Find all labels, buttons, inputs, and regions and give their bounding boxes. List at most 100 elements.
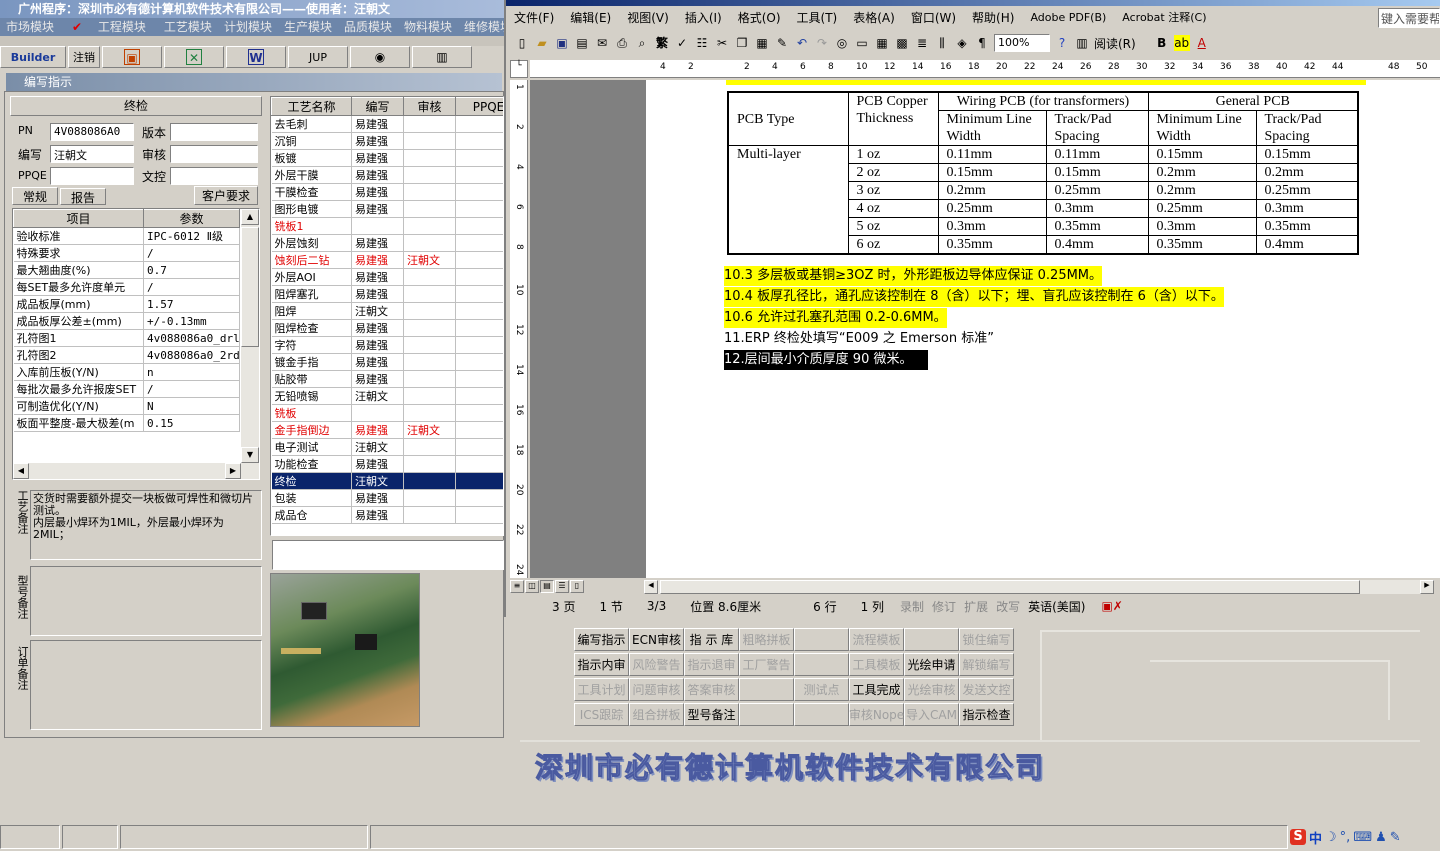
function-button[interactable]: 解锁编写 [959,653,1014,676]
doc-line-11[interactable]: 11.ERP 终检处填写“E009 之 Emerson 标准” [724,329,994,349]
web-view-icon[interactable]: ◫ [525,580,539,593]
scroll-left-icon[interactable]: ◀ [644,580,658,594]
print-preview-icon[interactable]: ⌕ [634,35,650,51]
params-row[interactable]: 孔符图2 4v088086a0_2rd [13,346,240,364]
function-button[interactable]: 型号备注 [684,703,739,726]
process-note-field[interactable]: 交货时需要额外提交一块板做可焊性和微切片测试。 内层最小焊环为1MIL，外层最小… [30,490,262,560]
view-button[interactable]: ◉ [350,46,410,68]
menu-production[interactable]: 生产模块 [278,18,338,36]
process-row[interactable]: 包装 易建强 [271,489,503,507]
function-button[interactable]: 粗略拼板 [739,628,794,651]
process-row[interactable]: 金手指倒边 易建强 汪朝文 [271,421,503,439]
highlight-icon[interactable]: ab [1173,35,1190,51]
function-button[interactable]: 工具计划 [574,678,629,701]
horizontal-ruler[interactable]: 4 2 2 4 6 8 10 12 14 16 18 20 22 24 26 28 30 32 34 36 38 40 42… [530,60,1440,78]
menu-repair[interactable]: 维修模块 [458,18,504,36]
params-row[interactable]: 每批次最多允许报废SET / [13,380,240,398]
insert-table-icon[interactable]: ▦ [874,35,890,51]
word-menu-format[interactable]: 格式(O) [730,8,789,28]
function-button[interactable] [794,628,849,651]
normal-view-icon[interactable]: ≡ [510,580,524,593]
param-value[interactable]: / [143,244,240,262]
scroll-thumb[interactable] [660,580,1360,594]
function-button[interactable]: 风险警告 [629,653,684,676]
menu-material[interactable]: 物料模块 [398,18,458,36]
process-row[interactable]: 干膜检查 易建强 [271,183,503,201]
sogou-icon[interactable]: S [1290,829,1306,845]
params-row[interactable]: 验收标准 IPC-6012 Ⅱ级 [13,227,240,245]
process-row[interactable]: 电子测试 汪朝文 [271,438,503,456]
word-menu-adobe-pdf[interactable]: Adobe PDF(B) [1022,8,1114,28]
traditional-chinese-icon[interactable]: 繁 [654,35,670,51]
customer-req-button[interactable]: 客户要求 [194,186,258,205]
word-menu-window[interactable]: 窗口(W) [903,8,964,28]
param-value[interactable]: 1.57 [143,295,240,313]
function-button[interactable]: 指示退审 [684,653,739,676]
tab-general[interactable]: 常规 [12,187,58,205]
pn-field[interactable]: 4V088086A0 [50,123,134,141]
menu-quality[interactable]: 品质模块 [338,18,398,36]
builder-button[interactable]: Builder [0,46,66,68]
spelling-status-icon[interactable]: ▣✗ [1089,599,1134,613]
status-record[interactable]: 录制 [896,598,928,615]
param-value[interactable]: IPC-6012 Ⅱ级 [143,227,240,245]
jup-button[interactable]: JUP [288,46,348,68]
excel-button[interactable]: ✕ [164,46,224,68]
document-map-icon[interactable]: ◈ [954,35,970,51]
scroll-down-icon[interactable]: ▼ [241,447,259,463]
tables-borders-icon[interactable]: ▭ [854,35,870,51]
settings-icon[interactable]: ✎ [1390,830,1401,845]
tab-report[interactable]: 报告 [60,188,106,205]
document-page[interactable]: PCB Type PCB Copper Thickness Wiring PCB… [646,80,1440,578]
process-row[interactable]: 铣板 [271,404,503,422]
function-button[interactable]: 测试点 [794,678,849,701]
process-header-review[interactable]: 审核 [403,97,456,116]
process-header-writer[interactable]: 编写 [351,97,404,116]
params-header-item[interactable]: 项目 [13,209,144,228]
params-row[interactable]: 孔符图1 4v088086a0_drl [13,329,240,347]
param-value[interactable]: 4v088086a0_drl [143,329,240,347]
ime-mode[interactable]: 中 [1309,828,1322,847]
menu-engineering[interactable]: ✔ 工程模块 [60,18,158,36]
param-value[interactable]: +/-0.13mm [143,312,240,330]
process-row[interactable]: 阻焊塞孔 易建强 [271,285,503,303]
function-button[interactable]: 光绘申请 [904,653,959,676]
menu-market[interactable]: 市场模块 [0,18,60,36]
process-row[interactable]: 蚀刻后二钻 易建强 汪朝文 [271,251,503,269]
process-header-name[interactable]: 工艺名称 [271,97,352,116]
function-button[interactable]: 工具模板 [849,653,904,676]
process-row[interactable]: 外层AOI 易建强 [271,268,503,286]
function-button[interactable]: 工厂警告 [739,653,794,676]
columns-icon[interactable]: ≣ [914,35,930,51]
format-painter-icon[interactable]: ✎ [774,35,790,51]
function-button[interactable] [794,653,849,676]
order-note-field[interactable] [30,640,262,730]
undo-icon[interactable]: ↶ [794,35,810,51]
params-row[interactable]: 成品板厚公差±(mm) +/-0.13mm [13,312,240,330]
word-menu-edit[interactable]: 编辑(E) [562,8,619,28]
review-field[interactable] [170,145,258,163]
moon-icon[interactable]: ☽ [1325,830,1337,845]
process-row[interactable]: 终检 汪朝文 [271,472,503,490]
function-button[interactable]: 工具完成 [849,678,904,701]
permission-icon[interactable]: ▤ [574,35,590,51]
logout-button[interactable]: 注销 [68,46,100,68]
params-header-value[interactable]: 参数 [143,209,240,228]
save-icon[interactable]: ▣ [554,35,570,51]
word-menu-insert[interactable]: 插入(I) [677,8,730,28]
params-row[interactable]: 入库前压板(Y/N) n [13,363,240,381]
zoom-combo[interactable]: 100% [994,34,1050,52]
process-row[interactable]: 沉铜 易建强 [271,132,503,150]
redo-icon[interactable]: ↷ [814,35,830,51]
function-button[interactable] [739,703,794,726]
process-row[interactable]: 功能检查 易建强 [271,455,503,473]
tab-selector[interactable]: └ [510,60,528,78]
function-button[interactable]: 组合拼板 [629,703,684,726]
drawing-icon[interactable]: ⫼ [934,35,950,51]
writer-field[interactable]: 汪朝文 [50,145,134,163]
process-edit-field[interactable] [272,540,504,570]
hyperlink-icon[interactable]: ◎ [834,35,850,51]
word-menu-acrobat[interactable]: Acrobat 注释(C) [1114,8,1214,28]
process-row[interactable]: 无铅喷锡 汪朝文 [271,387,503,405]
param-value[interactable]: N [143,397,240,415]
